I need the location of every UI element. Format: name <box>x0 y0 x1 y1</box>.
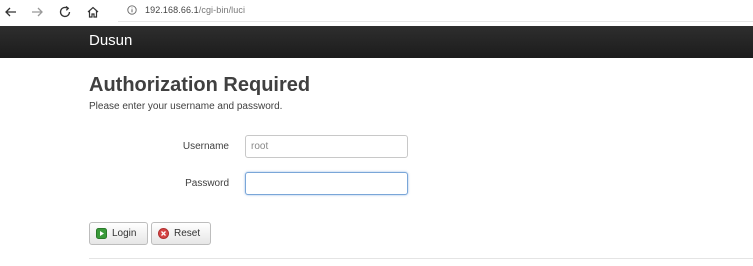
back-arrow-icon <box>5 7 16 17</box>
login-play-icon <box>96 228 107 239</box>
login-button-label: Login <box>112 228 137 239</box>
url-path: /cgi-bin/luci <box>198 5 246 15</box>
username-input[interactable] <box>245 135 408 158</box>
url-text: 192.168.66.1/cgi-bin/luci <box>145 5 245 15</box>
home-icon <box>87 6 99 18</box>
home-button[interactable] <box>82 1 104 23</box>
footer-divider <box>89 258 753 259</box>
reload-icon <box>59 5 71 18</box>
browser-toolbar: 192.168.66.1/cgi-bin/luci <box>0 0 753 26</box>
forward-button[interactable] <box>26 1 48 23</box>
password-label: Password <box>185 178 229 189</box>
brand-link[interactable]: Dusun <box>89 32 132 49</box>
page-subtitle: Please enter your username and password. <box>89 101 283 112</box>
back-button[interactable] <box>0 1 22 23</box>
username-label: Username <box>182 141 229 152</box>
login-button[interactable]: Login <box>89 222 148 245</box>
site-header: Dusun <box>0 26 753 58</box>
password-input[interactable] <box>245 172 408 195</box>
page-title: Authorization Required <box>89 74 311 96</box>
info-icon[interactable] <box>127 5 137 15</box>
reset-button-label: Reset <box>174 228 201 239</box>
address-bar[interactable]: 192.168.66.1/cgi-bin/luci <box>118 0 753 22</box>
reload-button[interactable] <box>54 1 76 23</box>
reset-x-icon <box>158 228 169 239</box>
forward-arrow-icon <box>32 7 43 17</box>
reset-button[interactable]: Reset <box>151 222 211 245</box>
url-host: 192.168.66.1 <box>145 5 199 15</box>
